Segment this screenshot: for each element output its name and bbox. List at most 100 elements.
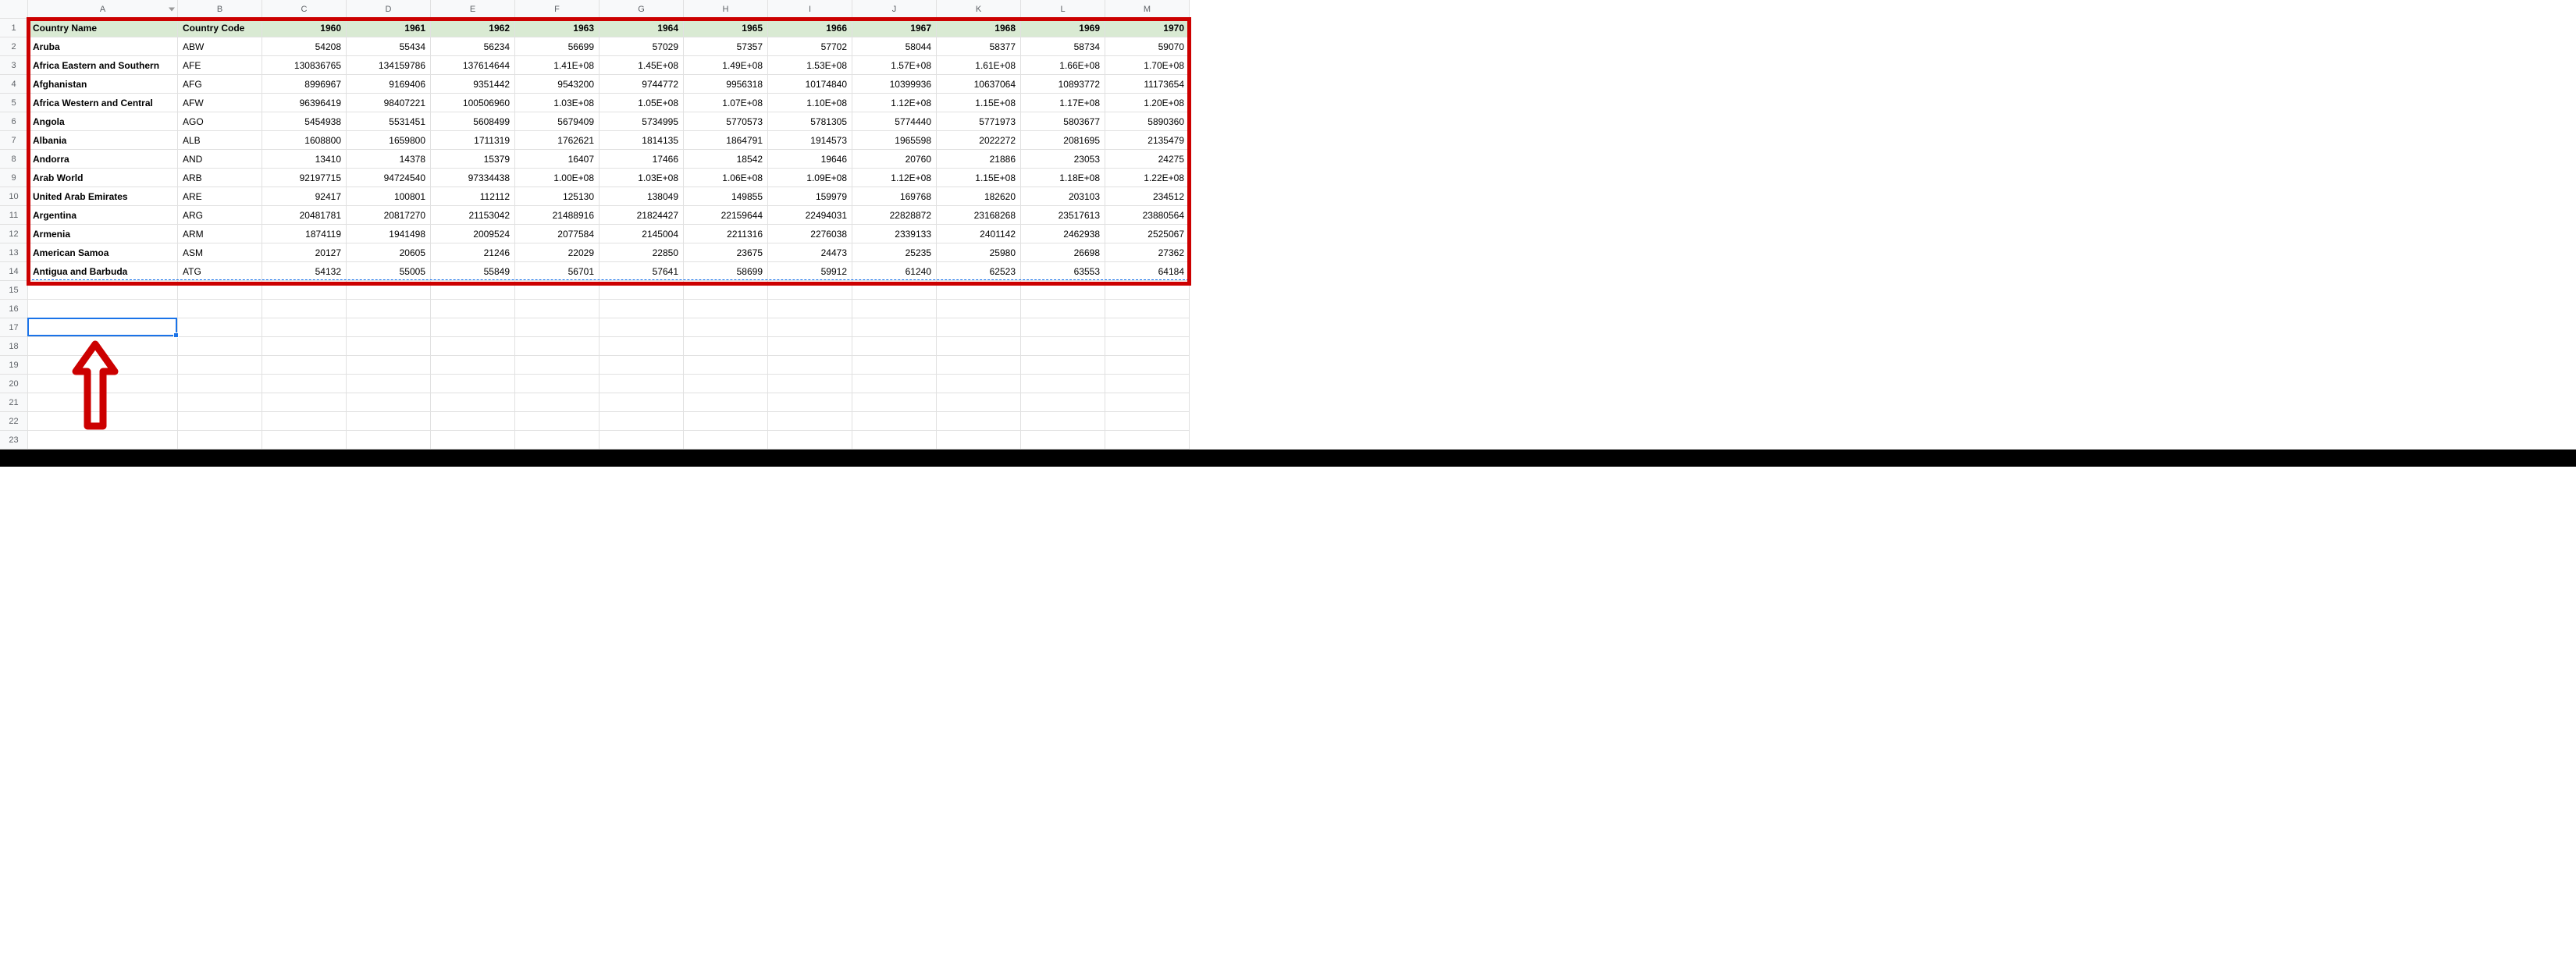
data-cell[interactable]: 8996967 <box>262 75 347 94</box>
data-cell[interactable]: Arab World <box>28 169 178 187</box>
header-cell-E[interactable]: 1962 <box>431 19 515 37</box>
data-cell[interactable]: 21246 <box>431 243 515 262</box>
data-cell[interactable]: 1.09E+08 <box>768 169 852 187</box>
data-cell[interactable]: 1.70E+08 <box>1105 56 1190 75</box>
empty-cell[interactable] <box>28 318 178 337</box>
data-cell[interactable]: 2211316 <box>684 225 768 243</box>
empty-cell[interactable] <box>1105 337 1190 356</box>
empty-cell[interactable] <box>937 375 1021 393</box>
data-cell[interactable]: 1874119 <box>262 225 347 243</box>
empty-cell[interactable] <box>28 375 178 393</box>
column-header-A[interactable]: A <box>28 0 178 19</box>
row-header-18[interactable]: 18 <box>0 337 28 356</box>
data-cell[interactable]: 1762621 <box>515 131 600 150</box>
data-cell[interactable]: 1.15E+08 <box>937 169 1021 187</box>
data-cell[interactable]: 1.17E+08 <box>1021 94 1105 112</box>
data-cell[interactable]: 5734995 <box>600 112 684 131</box>
data-cell[interactable]: 56701 <box>515 262 600 281</box>
column-header-F[interactable]: F <box>515 0 600 19</box>
data-cell[interactable]: 23053 <box>1021 150 1105 169</box>
data-cell[interactable]: 2135479 <box>1105 131 1190 150</box>
empty-cell[interactable] <box>347 337 431 356</box>
data-cell[interactable]: 5608499 <box>431 112 515 131</box>
data-cell[interactable]: 22850 <box>600 243 684 262</box>
header-cell-J[interactable]: 1967 <box>852 19 937 37</box>
empty-cell[interactable] <box>347 412 431 431</box>
data-cell[interactable]: Andorra <box>28 150 178 169</box>
empty-cell[interactable] <box>852 337 937 356</box>
empty-cell[interactable] <box>1021 318 1105 337</box>
row-header-7[interactable]: 7 <box>0 131 28 150</box>
empty-cell[interactable] <box>684 281 768 300</box>
empty-cell[interactable] <box>262 431 347 450</box>
data-cell[interactable]: 17466 <box>600 150 684 169</box>
data-cell[interactable]: United Arab Emirates <box>28 187 178 206</box>
empty-cell[interactable] <box>1021 356 1105 375</box>
data-cell[interactable]: 1.53E+08 <box>768 56 852 75</box>
empty-cell[interactable] <box>1021 431 1105 450</box>
empty-cell[interactable] <box>1105 431 1190 450</box>
data-cell[interactable]: 22159644 <box>684 206 768 225</box>
data-cell[interactable]: 19646 <box>768 150 852 169</box>
empty-cell[interactable] <box>178 281 262 300</box>
data-cell[interactable]: 54132 <box>262 262 347 281</box>
data-cell[interactable]: 1608800 <box>262 131 347 150</box>
data-cell[interactable]: 138049 <box>600 187 684 206</box>
empty-cell[interactable] <box>684 412 768 431</box>
data-cell[interactable]: 20127 <box>262 243 347 262</box>
empty-cell[interactable] <box>431 393 515 412</box>
data-cell[interactable]: 182620 <box>937 187 1021 206</box>
empty-cell[interactable] <box>684 356 768 375</box>
data-cell[interactable]: 203103 <box>1021 187 1105 206</box>
data-cell[interactable]: 54208 <box>262 37 347 56</box>
empty-cell[interactable] <box>1105 393 1190 412</box>
header-cell-A[interactable]: Country Name <box>28 19 178 37</box>
empty-cell[interactable] <box>178 356 262 375</box>
empty-cell[interactable] <box>1105 412 1190 431</box>
empty-cell[interactable] <box>768 281 852 300</box>
data-cell[interactable]: 59912 <box>768 262 852 281</box>
data-cell[interactable]: 21153042 <box>431 206 515 225</box>
column-header-D[interactable]: D <box>347 0 431 19</box>
data-cell[interactable]: 59070 <box>1105 37 1190 56</box>
data-cell[interactable]: 27362 <box>1105 243 1190 262</box>
data-cell[interactable]: 13410 <box>262 150 347 169</box>
empty-cell[interactable] <box>852 318 937 337</box>
row-header-14[interactable]: 14 <box>0 262 28 281</box>
data-cell[interactable]: 2339133 <box>852 225 937 243</box>
row-header-6[interactable]: 6 <box>0 112 28 131</box>
empty-cell[interactable] <box>852 375 937 393</box>
data-cell[interactable]: AFE <box>178 56 262 75</box>
empty-cell[interactable] <box>768 337 852 356</box>
data-cell[interactable]: 1.57E+08 <box>852 56 937 75</box>
empty-cell[interactable] <box>28 300 178 318</box>
data-cell[interactable]: Africa Western and Central <box>28 94 178 112</box>
empty-cell[interactable] <box>684 431 768 450</box>
row-header-20[interactable]: 20 <box>0 375 28 393</box>
data-cell[interactable]: 20817270 <box>347 206 431 225</box>
empty-cell[interactable] <box>600 337 684 356</box>
empty-cell[interactable] <box>262 412 347 431</box>
row-header-5[interactable]: 5 <box>0 94 28 112</box>
empty-cell[interactable] <box>937 300 1021 318</box>
header-cell-M[interactable]: 1970 <box>1105 19 1190 37</box>
data-cell[interactable]: 1.05E+08 <box>600 94 684 112</box>
column-header-E[interactable]: E <box>431 0 515 19</box>
empty-cell[interactable] <box>347 318 431 337</box>
empty-cell[interactable] <box>262 393 347 412</box>
column-header-B[interactable]: B <box>178 0 262 19</box>
data-cell[interactable]: 2401142 <box>937 225 1021 243</box>
data-cell[interactable]: 1941498 <box>347 225 431 243</box>
empty-cell[interactable] <box>1105 300 1190 318</box>
empty-cell[interactable] <box>768 431 852 450</box>
data-cell[interactable]: 130836765 <box>262 56 347 75</box>
data-cell[interactable]: 2276038 <box>768 225 852 243</box>
data-cell[interactable]: 2081695 <box>1021 131 1105 150</box>
empty-cell[interactable] <box>1105 281 1190 300</box>
row-header-15[interactable]: 15 <box>0 281 28 300</box>
data-cell[interactable]: 1.03E+08 <box>600 169 684 187</box>
data-cell[interactable]: 1864791 <box>684 131 768 150</box>
data-cell[interactable]: Aruba <box>28 37 178 56</box>
data-cell[interactable]: 10174840 <box>768 75 852 94</box>
empty-cell[interactable] <box>852 431 937 450</box>
